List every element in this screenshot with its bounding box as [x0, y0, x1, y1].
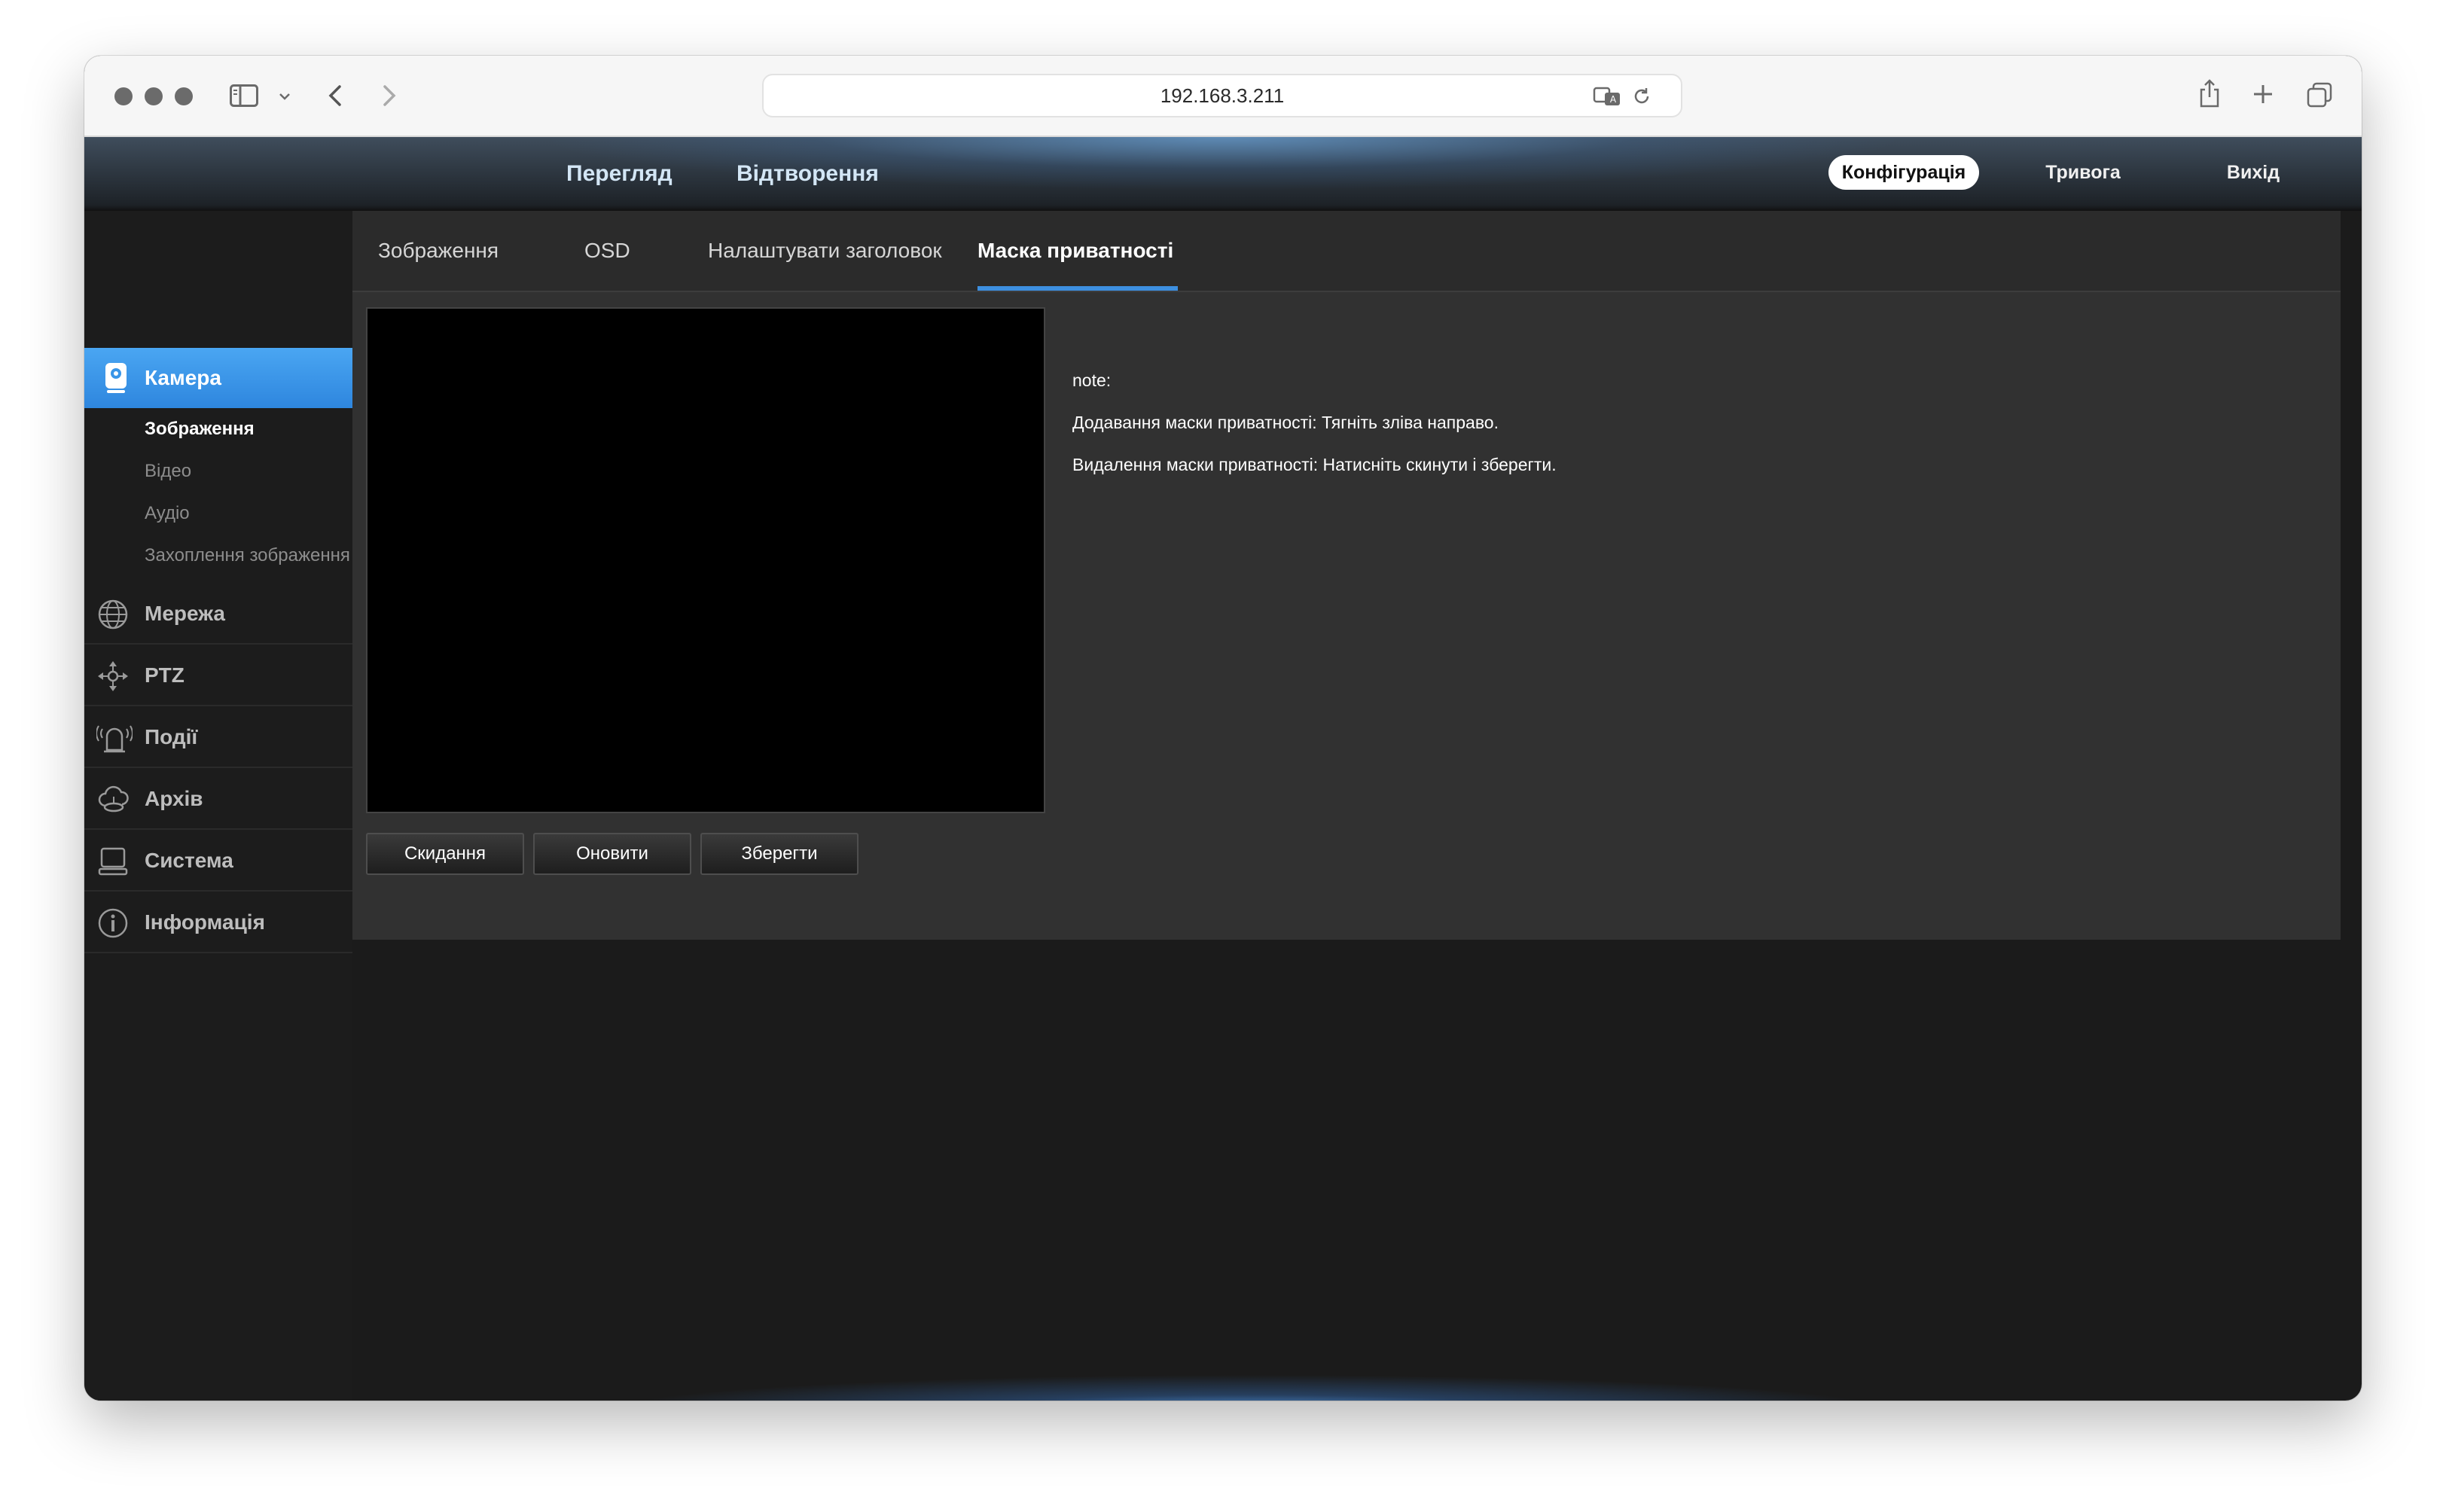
sidebar-item-system[interactable]: Система	[84, 830, 352, 892]
sidebar-subitem-snapshot[interactable]: Захоплення зображення	[145, 541, 350, 571]
share-icon[interactable]	[2196, 77, 2223, 110]
decorative-glow	[612, 1321, 1892, 1401]
sidebar-item-label: PTZ	[145, 663, 185, 687]
nav-configuration[interactable]: Конфігурація	[1828, 155, 1979, 190]
chevron-down-icon[interactable]	[277, 87, 292, 105]
sidebar-item-info[interactable]: Інформація	[84, 892, 352, 953]
sidebar-item-label: Мережа	[145, 602, 225, 625]
reset-button[interactable]: Скидання	[366, 833, 524, 875]
computer-icon	[96, 845, 130, 878]
sidebar-toggle-icon[interactable]	[229, 83, 259, 108]
info-icon	[96, 907, 130, 940]
sidebar-item-camera[interactable]: Камера	[84, 348, 363, 408]
active-tab-indicator	[977, 286, 1178, 291]
note-add-mask: Додавання маски приватності: Тягніть злі…	[1072, 413, 1499, 432]
browser-window: 192.168.3.211 A Перегляд Відтворення Кон…	[84, 56, 2362, 1401]
sidebar-item-events[interactable]: Події	[84, 706, 352, 768]
sidebar-item-label: Система	[145, 849, 233, 872]
config-sidebar: Камера Зображення Відео Аудіо Захоплення…	[84, 211, 363, 1401]
app-header: Перегляд Відтворення Конфігурація Тривог…	[84, 137, 2362, 211]
sidebar-item-ptz[interactable]: PTZ	[84, 645, 352, 706]
forward-icon[interactable]	[378, 81, 401, 110]
save-button[interactable]: Зберегти	[700, 833, 859, 875]
config-content-panel: Зображення OSD Налаштувати заголовок Мас…	[352, 211, 2341, 940]
sidebar-item-archive[interactable]: Архів	[84, 768, 352, 830]
zoom-window-icon[interactable]	[175, 87, 193, 105]
svg-text:A: A	[1610, 94, 1617, 105]
tab-title-settings[interactable]: Налаштувати заголовок	[708, 211, 942, 291]
sidebar-item-label: Камера	[145, 366, 221, 389]
nav-alarm[interactable]: Тривога	[2023, 155, 2143, 190]
sidebar-item-label: Події	[145, 725, 198, 748]
network-globe-icon	[96, 598, 130, 631]
alarm-icon	[96, 721, 133, 754]
refresh-button[interactable]: Оновити	[533, 833, 691, 875]
tab-overview-icon[interactable]	[2304, 80, 2335, 110]
nav-live-view[interactable]: Перегляд	[566, 137, 672, 211]
address-bar[interactable]: 192.168.3.211 A	[762, 74, 1682, 117]
reload-icon[interactable]	[1630, 84, 1654, 108]
tab-bar: Зображення OSD Налаштувати заголовок Мас…	[352, 211, 2341, 292]
nav-playback[interactable]: Відтворення	[737, 137, 879, 211]
url-text: 192.168.3.211	[1160, 84, 1285, 107]
minimize-window-icon[interactable]	[145, 87, 163, 105]
tab-image[interactable]: Зображення	[378, 211, 499, 291]
browser-toolbar: 192.168.3.211 A	[84, 56, 2362, 137]
tab-privacy-mask[interactable]: Маска приватності	[977, 211, 1173, 291]
back-icon[interactable]	[324, 81, 346, 110]
sidebar-subitem-audio[interactable]: Аудіо	[145, 498, 190, 529]
camera-icon	[101, 361, 131, 398]
ptz-arrows-icon	[96, 660, 130, 693]
sidebar-item-network[interactable]: Мережа	[84, 583, 352, 645]
sidebar-subitem-video[interactable]: Відео	[145, 456, 191, 486]
nav-logout[interactable]: Вихід	[2200, 155, 2306, 190]
tab-osd[interactable]: OSD	[584, 211, 630, 291]
sidebar-item-label: Архів	[145, 787, 203, 810]
note-title: note:	[1072, 370, 1112, 390]
translate-icon[interactable]: A	[1592, 84, 1622, 108]
note-remove-mask: Видалення маски приватності: Натисніть с…	[1072, 455, 1557, 474]
sidebar-subitem-image[interactable]: Зображення	[145, 414, 255, 444]
new-tab-icon[interactable]	[2250, 81, 2276, 107]
sidebar-item-label: Інформація	[145, 910, 265, 934]
close-window-icon[interactable]	[114, 87, 133, 105]
cloud-storage-icon	[96, 783, 130, 816]
video-preview-canvas[interactable]	[366, 307, 1045, 813]
